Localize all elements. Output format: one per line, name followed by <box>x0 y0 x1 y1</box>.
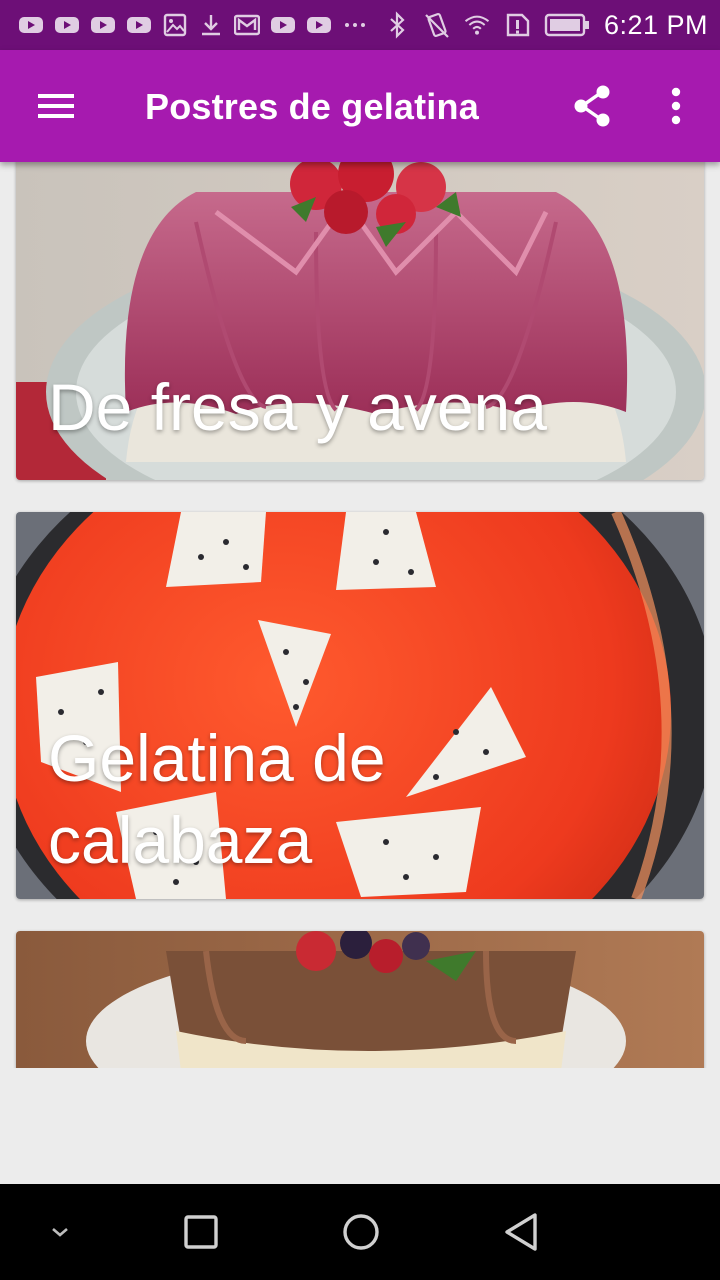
menu-button[interactable] <box>26 80 86 132</box>
back-icon <box>505 1213 537 1251</box>
recipe-image <box>16 931 704 1068</box>
wifi-icon <box>464 12 490 38</box>
more-vert-icon <box>671 87 681 125</box>
share-button[interactable] <box>562 78 622 134</box>
home-icon <box>343 1214 379 1250</box>
recents-icon <box>184 1215 218 1249</box>
recipe-card[interactable] <box>16 931 704 1068</box>
hamburger-menu-icon <box>38 94 74 118</box>
youtube-icon <box>54 12 80 38</box>
hide-nav-icon <box>52 1228 68 1237</box>
home-button[interactable] <box>329 1202 393 1262</box>
youtube-icon <box>90 12 116 38</box>
image-icon <box>162 12 188 38</box>
more-options-button[interactable] <box>648 78 704 134</box>
recipe-card[interactable]: De fresa y avena <box>16 162 704 480</box>
more-notifications-icon <box>342 12 368 38</box>
download-icon <box>198 12 224 38</box>
back-button[interactable] <box>489 1202 553 1262</box>
status-bar: 6:21 PM <box>0 0 720 50</box>
sim-alert-icon <box>504 12 530 38</box>
recipe-card[interactable]: Gelatina de calabaza <box>16 512 704 899</box>
empty-area <box>0 1068 720 1184</box>
recipe-title: De fresa y avena <box>48 370 547 444</box>
youtube-icon <box>126 12 152 38</box>
clock: 6:21 PM <box>603 9 708 40</box>
recipe-list[interactable]: De fresa y avena Gelatina de calabaza <box>0 162 720 1068</box>
app-bar: Postres de gelatina <box>0 50 720 162</box>
youtube-icon <box>18 12 44 38</box>
share-icon <box>574 85 610 127</box>
navigation-bar <box>0 1184 720 1280</box>
battery-icon <box>544 12 590 38</box>
system-icons: 6:21 PM <box>384 10 708 41</box>
bluetooth-icon <box>384 11 410 39</box>
hide-nav-button[interactable] <box>28 1202 92 1262</box>
vibrate-icon <box>424 12 450 38</box>
page-title: Postres de gelatina <box>145 86 479 127</box>
recents-button[interactable] <box>169 1202 233 1262</box>
youtube-icon <box>270 12 296 38</box>
gmail-icon <box>234 12 260 38</box>
notification-icons <box>18 12 368 38</box>
youtube-icon <box>306 12 332 38</box>
recipe-title: Gelatina de calabaza <box>48 721 386 877</box>
